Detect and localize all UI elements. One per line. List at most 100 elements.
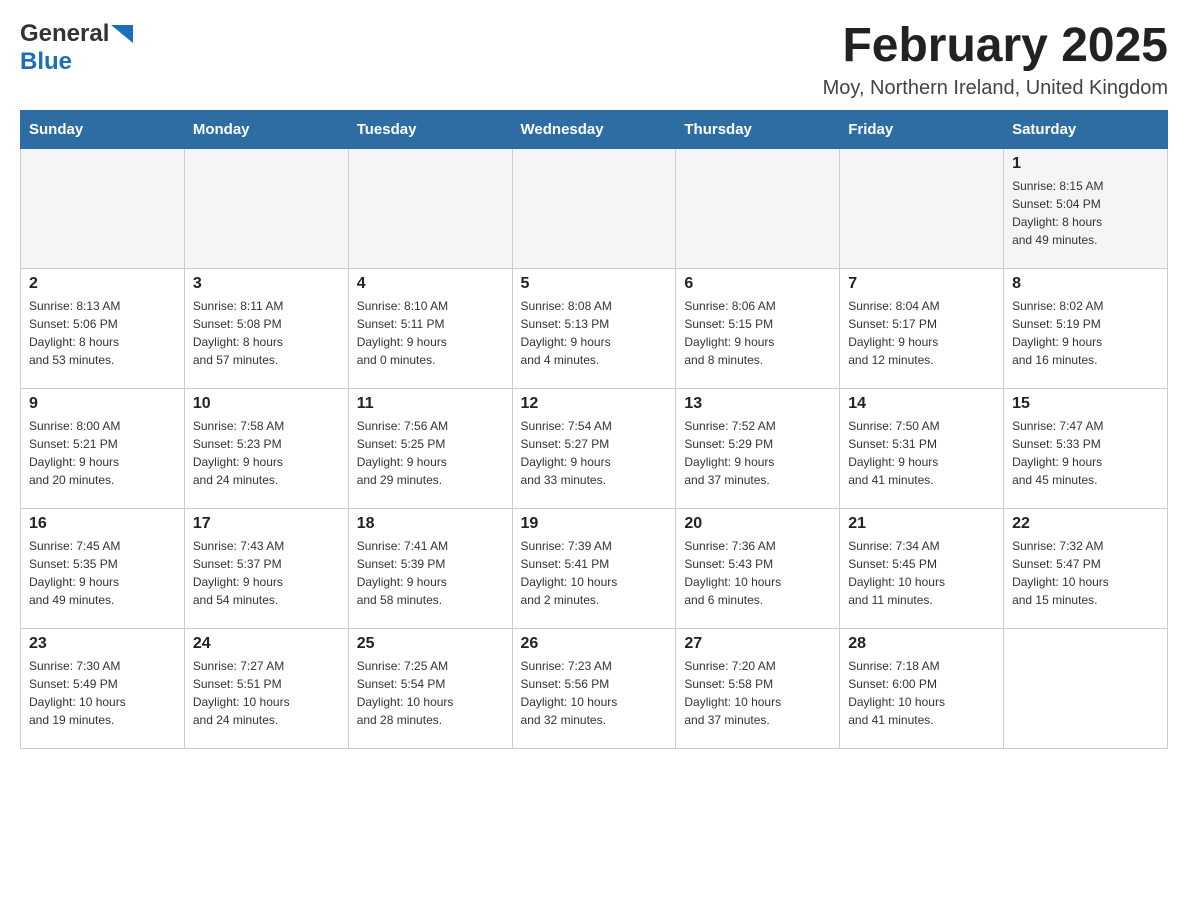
- calendar-cell-w2-d6: 8 Sunrise: 8:02 AM Sunset: 5:19 PM Daylig…: [1004, 268, 1168, 388]
- day-info-4: Sunrise: 8:10 AM Sunset: 5:11 PM Dayligh…: [357, 297, 504, 369]
- logo-blue-text: Blue: [20, 48, 72, 75]
- day-number-26: 26: [521, 635, 668, 653]
- calendar-cell-w4-d6: 22 Sunrise: 7:32 AM Sunset: 5:47 PM Dayli…: [1004, 508, 1168, 628]
- calendar-cell-w2-d5: 7 Sunrise: 8:04 AM Sunset: 5:17 PM Daylig…: [840, 268, 1004, 388]
- calendar-cell-w4-d5: 21 Sunrise: 7:34 AM Sunset: 5:45 PM Dayli…: [840, 508, 1004, 628]
- calendar-cell-w3-d0: 9 Sunrise: 8:00 AM Sunset: 5:21 PM Daylig…: [21, 388, 185, 508]
- day-info-22: Sunrise: 7:32 AM Sunset: 5:47 PM Dayligh…: [1012, 537, 1159, 609]
- calendar-cell-w1-d6: 1 Sunrise: 8:15 AM Sunset: 5:04 PM Daylig…: [1004, 148, 1168, 268]
- header-monday: Monday: [184, 110, 348, 148]
- calendar-week-2: 2 Sunrise: 8:13 AM Sunset: 5:06 PM Daylig…: [21, 268, 1168, 388]
- calendar-cell-w4-d3: 19 Sunrise: 7:39 AM Sunset: 5:41 PM Dayli…: [512, 508, 676, 628]
- month-title: February 2025: [823, 20, 1168, 73]
- day-info-28: Sunrise: 7:18 AM Sunset: 6:00 PM Dayligh…: [848, 657, 995, 729]
- day-info-12: Sunrise: 7:54 AM Sunset: 5:27 PM Dayligh…: [521, 417, 668, 489]
- calendar-week-3: 9 Sunrise: 8:00 AM Sunset: 5:21 PM Daylig…: [21, 388, 1168, 508]
- logo-triangle-icon: [111, 25, 133, 43]
- day-info-9: Sunrise: 8:00 AM Sunset: 5:21 PM Dayligh…: [29, 417, 176, 489]
- calendar-cell-w2-d2: 4 Sunrise: 8:10 AM Sunset: 5:11 PM Daylig…: [348, 268, 512, 388]
- day-info-18: Sunrise: 7:41 AM Sunset: 5:39 PM Dayligh…: [357, 537, 504, 609]
- day-number-27: 27: [684, 635, 831, 653]
- day-number-24: 24: [193, 635, 340, 653]
- day-number-21: 21: [848, 515, 995, 533]
- header-wednesday: Wednesday: [512, 110, 676, 148]
- day-number-15: 15: [1012, 395, 1159, 413]
- day-number-2: 2: [29, 275, 176, 293]
- day-info-20: Sunrise: 7:36 AM Sunset: 5:43 PM Dayligh…: [684, 537, 831, 609]
- calendar-cell-w1-d5: [840, 148, 1004, 268]
- day-number-25: 25: [357, 635, 504, 653]
- day-number-17: 17: [193, 515, 340, 533]
- calendar-cell-w5-d2: 25 Sunrise: 7:25 AM Sunset: 5:54 PM Dayli…: [348, 628, 512, 748]
- header-saturday: Saturday: [1004, 110, 1168, 148]
- day-info-25: Sunrise: 7:25 AM Sunset: 5:54 PM Dayligh…: [357, 657, 504, 729]
- calendar-cell-w1-d3: [512, 148, 676, 268]
- day-info-21: Sunrise: 7:34 AM Sunset: 5:45 PM Dayligh…: [848, 537, 995, 609]
- logo-general-text: General: [20, 20, 109, 48]
- day-info-26: Sunrise: 7:23 AM Sunset: 5:56 PM Dayligh…: [521, 657, 668, 729]
- day-info-5: Sunrise: 8:08 AM Sunset: 5:13 PM Dayligh…: [521, 297, 668, 369]
- day-info-27: Sunrise: 7:20 AM Sunset: 5:58 PM Dayligh…: [684, 657, 831, 729]
- day-number-9: 9: [29, 395, 176, 413]
- day-info-11: Sunrise: 7:56 AM Sunset: 5:25 PM Dayligh…: [357, 417, 504, 489]
- calendar-week-5: 23 Sunrise: 7:30 AM Sunset: 5:49 PM Dayli…: [21, 628, 1168, 748]
- calendar-cell-w3-d1: 10 Sunrise: 7:58 AM Sunset: 5:23 PM Dayli…: [184, 388, 348, 508]
- day-info-15: Sunrise: 7:47 AM Sunset: 5:33 PM Dayligh…: [1012, 417, 1159, 489]
- day-number-28: 28: [848, 635, 995, 653]
- weekday-header-row: Sunday Monday Tuesday Wednesday Thursday…: [21, 110, 1168, 148]
- calendar-cell-w2-d1: 3Sunrise: 8:11 AM Sunset: 5:08 PM Daylig…: [184, 268, 348, 388]
- day-number-8: 8: [1012, 275, 1159, 293]
- calendar-cell-w5-d6: [1004, 628, 1168, 748]
- day-number-18: 18: [357, 515, 504, 533]
- day-number-23: 23: [29, 635, 176, 653]
- day-number-10: 10: [193, 395, 340, 413]
- day-number-5: 5: [521, 275, 668, 293]
- day-info-19: Sunrise: 7:39 AM Sunset: 5:41 PM Dayligh…: [521, 537, 668, 609]
- calendar-table: Sunday Monday Tuesday Wednesday Thursday…: [20, 110, 1168, 749]
- location-text: Moy, Northern Ireland, United Kingdom: [823, 77, 1168, 100]
- calendar-cell-w5-d1: 24 Sunrise: 7:27 AM Sunset: 5:51 PM Dayli…: [184, 628, 348, 748]
- day-number-12: 12: [521, 395, 668, 413]
- header-thursday: Thursday: [676, 110, 840, 148]
- day-number-7: 7: [848, 275, 995, 293]
- day-info-7: Sunrise: 8:04 AM Sunset: 5:17 PM Dayligh…: [848, 297, 995, 369]
- day-number-22: 22: [1012, 515, 1159, 533]
- day-info-13: Sunrise: 7:52 AM Sunset: 5:29 PM Dayligh…: [684, 417, 831, 489]
- calendar-cell-w1-d0: [21, 148, 185, 268]
- day-info-16: Sunrise: 7:45 AM Sunset: 5:35 PM Dayligh…: [29, 537, 176, 609]
- day-number-11: 11: [357, 395, 504, 413]
- calendar-cell-w4-d2: 18 Sunrise: 7:41 AM Sunset: 5:39 PM Dayli…: [348, 508, 512, 628]
- day-number-20: 20: [684, 515, 831, 533]
- day-info-17: Sunrise: 7:43 AM Sunset: 5:37 PM Dayligh…: [193, 537, 340, 609]
- day-number-4: 4: [357, 275, 504, 293]
- header-sunday: Sunday: [21, 110, 185, 148]
- title-area: February 2025 Moy, Northern Ireland, Uni…: [823, 20, 1168, 100]
- day-number-1: 1: [1012, 155, 1159, 173]
- day-info-23: Sunrise: 7:30 AM Sunset: 5:49 PM Dayligh…: [29, 657, 176, 729]
- day-info-14: Sunrise: 7:50 AM Sunset: 5:31 PM Dayligh…: [848, 417, 995, 489]
- calendar-cell-w3-d5: 14 Sunrise: 7:50 AM Sunset: 5:31 PM Dayli…: [840, 388, 1004, 508]
- day-number-14: 14: [848, 395, 995, 413]
- calendar-cell-w5-d4: 27 Sunrise: 7:20 AM Sunset: 5:58 PM Dayli…: [676, 628, 840, 748]
- page-header: General Blue February 2025 Moy, Northern…: [20, 20, 1168, 100]
- calendar-cell-w5-d3: 26 Sunrise: 7:23 AM Sunset: 5:56 PM Dayli…: [512, 628, 676, 748]
- calendar-cell-w3-d3: 12 Sunrise: 7:54 AM Sunset: 5:27 PM Dayli…: [512, 388, 676, 508]
- calendar-cell-w3-d6: 15 Sunrise: 7:47 AM Sunset: 5:33 PM Dayli…: [1004, 388, 1168, 508]
- day-info-10: Sunrise: 7:58 AM Sunset: 5:23 PM Dayligh…: [193, 417, 340, 489]
- calendar-cell-w3-d4: 13 Sunrise: 7:52 AM Sunset: 5:29 PM Dayli…: [676, 388, 840, 508]
- day-number-13: 13: [684, 395, 831, 413]
- header-friday: Friday: [840, 110, 1004, 148]
- day-info-8: Sunrise: 8:02 AM Sunset: 5:19 PM Dayligh…: [1012, 297, 1159, 369]
- calendar-cell-w4-d0: 16 Sunrise: 7:45 AM Sunset: 5:35 PM Dayli…: [21, 508, 185, 628]
- day-number-19: 19: [521, 515, 668, 533]
- day-info-24: Sunrise: 7:27 AM Sunset: 5:51 PM Dayligh…: [193, 657, 340, 729]
- calendar-cell-w5-d0: 23 Sunrise: 7:30 AM Sunset: 5:49 PM Dayli…: [21, 628, 185, 748]
- header-tuesday: Tuesday: [348, 110, 512, 148]
- day-info-2: Sunrise: 8:13 AM Sunset: 5:06 PM Dayligh…: [29, 297, 176, 369]
- day-number-16: 16: [29, 515, 176, 533]
- calendar-cell-w5-d5: 28 Sunrise: 7:18 AM Sunset: 6:00 PM Dayli…: [840, 628, 1004, 748]
- calendar-week-4: 16 Sunrise: 7:45 AM Sunset: 5:35 PM Dayli…: [21, 508, 1168, 628]
- logo: General Blue: [20, 20, 133, 76]
- day-info-1: Sunrise: 8:15 AM Sunset: 5:04 PM Dayligh…: [1012, 177, 1159, 249]
- day-number-3: 3: [193, 275, 340, 293]
